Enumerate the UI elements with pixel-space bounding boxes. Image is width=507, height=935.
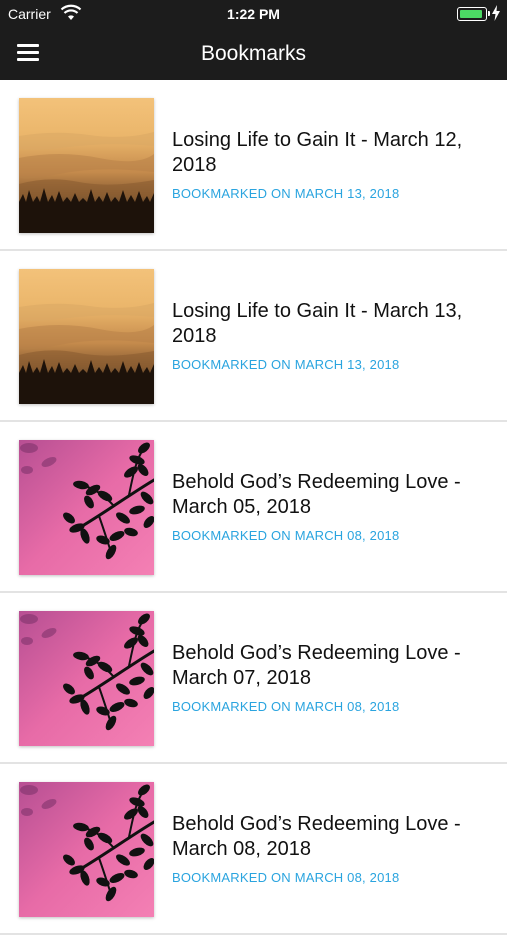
- list-item[interactable]: Losing Life to Gain It - March 12, 2018 …: [0, 80, 507, 251]
- bookmark-title: Behold God’s Redeeming Love - March 05, …: [172, 471, 461, 518]
- bookmark-title: Behold God’s Redeeming Love - March 07, …: [172, 642, 461, 689]
- charging-bolt-icon: [492, 5, 500, 21]
- list-item[interactable]: Behold God’s Redeeming Love - March 08, …: [0, 764, 507, 935]
- thumbnail-image: [19, 98, 154, 233]
- battery-icon: [457, 7, 490, 21]
- bookmark-date: BOOKMARKED ON MARCH 13, 2018: [172, 357, 400, 372]
- list-item[interactable]: Behold God’s Redeeming Love - March 07, …: [0, 593, 507, 764]
- list-item[interactable]: Behold God’s Redeeming Love - March 05, …: [0, 422, 507, 593]
- bookmark-date: BOOKMARKED ON MARCH 13, 2018: [172, 186, 400, 201]
- thumbnail-image: [19, 611, 154, 746]
- bookmark-date: BOOKMARKED ON MARCH 08, 2018: [172, 870, 400, 885]
- thumbnail-image: [19, 782, 154, 917]
- thumbnail-image: [19, 440, 154, 575]
- bookmark-date: BOOKMARKED ON MARCH 08, 2018: [172, 528, 400, 543]
- bookmark-title: Behold God’s Redeeming Love - March 08, …: [172, 813, 461, 860]
- navigation-bar: Bookmarks: [0, 28, 507, 80]
- bookmark-date: BOOKMARKED ON MARCH 08, 2018: [172, 699, 400, 714]
- top-bar: Carrier 1:22 PM Bookmarks: [0, 0, 507, 80]
- thumbnail-image: [19, 269, 154, 404]
- bookmark-title: Losing Life to Gain It - March 13, 2018: [172, 300, 463, 347]
- status-time: 1:22 PM: [227, 6, 280, 22]
- list-item[interactable]: Losing Life to Gain It - March 13, 2018 …: [0, 251, 507, 422]
- page-title: Bookmarks: [200, 42, 307, 65]
- bookmark-title: Losing Life to Gain It - March 12, 2018: [172, 129, 463, 176]
- bookmark-list: Losing Life to Gain It - March 12, 2018 …: [0, 80, 507, 935]
- status-bar: Carrier 1:22 PM: [0, 0, 507, 28]
